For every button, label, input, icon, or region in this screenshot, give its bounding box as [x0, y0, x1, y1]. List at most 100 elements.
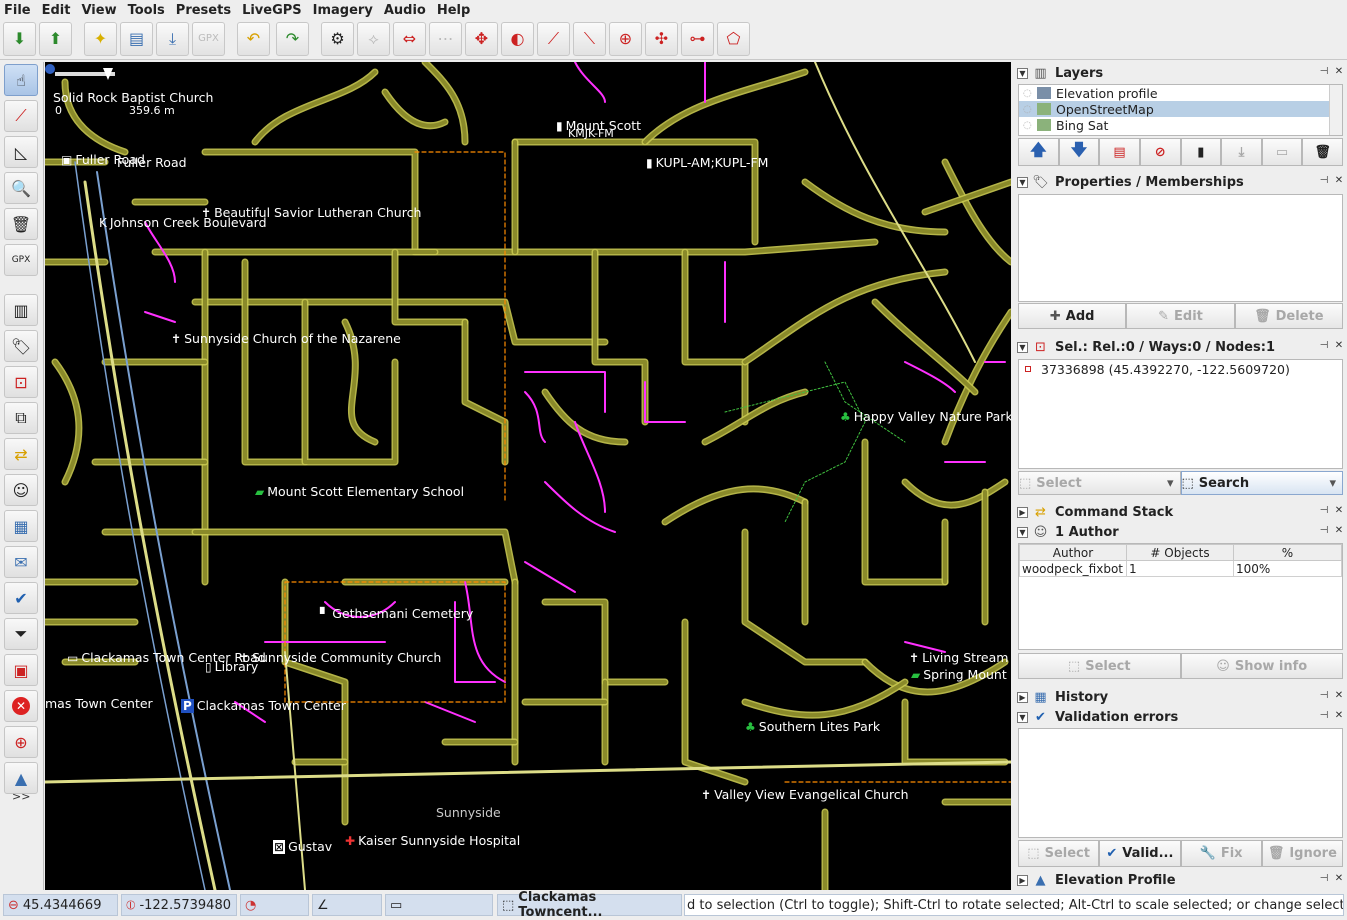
properties-table[interactable] — [1018, 194, 1343, 302]
layer-item-openstreetmap[interactable]: ◌ OpenStreetMap — [1019, 101, 1342, 117]
visibility-eye-icon[interactable]: ◌ — [1023, 120, 1032, 131]
dropdown-arrow-icon[interactable]: ▾ — [1167, 476, 1174, 491]
redo-button[interactable]: ↷ — [276, 22, 309, 56]
delete-mode-button[interactable]: 🗑 — [4, 208, 38, 240]
merge-layer-button[interactable]: ⤓ — [1221, 138, 1262, 166]
layer-item-elevation[interactable]: ◌ Elevation profile — [1019, 85, 1342, 101]
create-circle-button[interactable]: ⬠ — [717, 22, 750, 56]
expand-toggle-icon[interactable]: ▶ — [1017, 691, 1028, 703]
close-icon[interactable]: ✕ — [1333, 873, 1345, 885]
delete-layer-button[interactable]: 🗑 — [1302, 138, 1343, 166]
download-button[interactable]: ⬇ — [3, 22, 36, 56]
menu-tools[interactable]: Tools — [128, 3, 165, 18]
layers-panel-header[interactable]: ▼ ▥ Layers ⊣ ✕ — [1017, 63, 1345, 83]
fix-button[interactable]: 🔧 Fix — [1180, 840, 1262, 867]
selection-search-button[interactable]: ⬚ Search ▾ — [1180, 471, 1343, 495]
activate-layer-button[interactable]: ▤ — [1099, 138, 1140, 166]
orthogonalize-button[interactable]: ⟍ — [573, 22, 606, 56]
show-info-button[interactable]: ☺ Show info — [1180, 653, 1343, 679]
table-row[interactable]: woodpeck_fixbot 1 100% — [1019, 560, 1342, 577]
map-canvas[interactable] — [45, 62, 1011, 890]
menu-file[interactable]: File — [4, 3, 31, 18]
toggle-changeset-button[interactable]: ▣ — [4, 654, 38, 686]
menu-view[interactable]: View — [81, 3, 116, 18]
duplicate-layer-button[interactable]: ▭ — [1261, 138, 1303, 166]
save-button[interactable]: ⤓ — [156, 22, 189, 56]
collapse-toggle-icon[interactable]: ▼ — [1017, 526, 1028, 538]
toggle-selection-button[interactable]: ⊡ — [4, 366, 38, 398]
zoom-mode-button[interactable]: 🔍 — [4, 172, 38, 204]
validation-tree[interactable] — [1018, 728, 1343, 838]
map-view[interactable]: 0 359.6 m Solid Rock Baptist Church ▣ Ful… — [45, 62, 1011, 890]
toggle-commands-button[interactable]: ⇄ — [4, 438, 38, 470]
validation-select-button[interactable]: ⬚ Select — [1018, 840, 1100, 867]
pin-icon[interactable]: ⊣ — [1318, 710, 1330, 722]
upload-button[interactable]: ⬆ — [39, 22, 72, 56]
toggle-authors-button[interactable]: ☺ — [4, 474, 38, 506]
combine-way-button[interactable]: ⇔ — [393, 22, 426, 56]
toggle-validation-button[interactable]: ✔ — [4, 582, 38, 614]
ignore-button[interactable]: 🗑 Ignore — [1261, 840, 1343, 867]
command-stack-header[interactable]: ▶ ⇄ Command Stack ⊣ ✕ — [1017, 502, 1345, 522]
menu-livegps[interactable]: LiveGPS — [242, 3, 302, 18]
close-icon[interactable]: ✕ — [1333, 66, 1345, 78]
align-circle-button[interactable]: ◐ — [501, 22, 534, 56]
opacity-button[interactable]: ▮ — [1180, 138, 1222, 166]
simplify-way-button[interactable]: ✥ — [465, 22, 498, 56]
pin-icon[interactable]: ⊣ — [1318, 690, 1330, 702]
collapse-toggle-icon[interactable]: ▼ — [1017, 67, 1028, 79]
undo-button[interactable]: ↶ — [237, 22, 270, 56]
toggle-relations-button[interactable]: ⧉ — [4, 402, 38, 434]
column-header-objects[interactable]: # Objects — [1126, 544, 1234, 561]
open-button[interactable]: ▤ — [120, 22, 153, 56]
selection-item[interactable]: 37336898 (45.4392270, -122.5609720) — [1019, 360, 1342, 378]
toggle-properties-button[interactable]: 🏷 — [4, 330, 38, 362]
authors-select-button[interactable]: ⬚ Select — [1018, 653, 1181, 679]
expand-toggle-icon[interactable]: ▶ — [1017, 874, 1028, 886]
align-line-button[interactable]: ⟋ — [537, 22, 570, 56]
split-way-button[interactable]: ⟡ — [357, 22, 390, 56]
measure-mode-button[interactable]: ◺ — [4, 136, 38, 168]
menu-help[interactable]: Help — [437, 3, 470, 18]
edit-tag-button[interactable]: ✎ Edit — [1126, 303, 1235, 329]
draw-mode-button[interactable]: ⟋ — [4, 100, 38, 132]
pin-icon[interactable]: ⊣ — [1318, 66, 1330, 78]
pin-icon[interactable]: ⊣ — [1318, 873, 1330, 885]
toggle-livegps-button[interactable]: ⊕ — [4, 726, 38, 758]
close-icon[interactable]: ✕ — [1333, 690, 1345, 702]
dropdown-arrow-icon[interactable]: ▾ — [1329, 476, 1336, 491]
authors-panel-header[interactable]: ▼ ☺ 1 Author ⊣ ✕ — [1017, 522, 1345, 542]
layers-list[interactable]: ◌ Elevation profile ◌ OpenStreetMap ◌ Bing … — [1018, 84, 1343, 136]
pin-icon[interactable]: ⊣ — [1318, 525, 1330, 537]
menu-presets[interactable]: Presets — [176, 3, 231, 18]
menu-imagery[interactable]: Imagery — [313, 3, 373, 18]
selection-panel-header[interactable]: ▼ ⊡ Sel.: Rel.:0 / Ways:0 / Nodes:1 ⊣ ✕ — [1017, 337, 1345, 357]
close-icon[interactable]: ✕ — [1333, 175, 1345, 187]
reverse-way-button[interactable]: ⋯ — [429, 22, 462, 56]
close-icon[interactable]: ✕ — [1333, 710, 1345, 722]
collapse-toggle-icon[interactable]: ▼ — [1017, 711, 1028, 723]
layer-item-bing[interactable]: ◌ Bing Sat — [1019, 117, 1342, 133]
toggle-conflict-button[interactable]: ✉ — [4, 546, 38, 578]
pin-icon[interactable]: ⊣ — [1318, 175, 1330, 187]
distribute-button[interactable]: ⊕ — [609, 22, 642, 56]
toggle-layers-button[interactable]: ▥ — [4, 294, 38, 326]
menu-edit[interactable]: Edit — [42, 3, 71, 18]
pin-icon[interactable]: ⊣ — [1318, 505, 1330, 517]
history-panel-header[interactable]: ▶ ▦ History ⊣ ✕ — [1017, 687, 1345, 707]
preferences-button[interactable]: ⚙ — [321, 22, 354, 56]
gpx-mode-button[interactable]: GPX — [4, 244, 38, 276]
expand-toggle-icon[interactable]: ▶ — [1017, 506, 1028, 518]
pin-icon[interactable]: ⊣ — [1318, 340, 1330, 352]
toggle-visibility-button[interactable]: ⊘ — [1139, 138, 1181, 166]
add-tag-button[interactable]: ✚ Add — [1018, 303, 1127, 329]
mirror-button[interactable]: ✣ — [645, 22, 678, 56]
select-mode-button[interactable]: ☝ — [4, 64, 38, 96]
authors-table-box[interactable]: Author # Objects % woodpeck_fixbot 1 100… — [1018, 543, 1343, 650]
elevation-panel-header[interactable]: ▶ ▲ Elevation Profile ⊣ ✕ — [1017, 870, 1345, 890]
menu-audio[interactable]: Audio — [384, 3, 426, 18]
gpx-button[interactable]: GPX — [192, 22, 225, 56]
close-icon[interactable]: ✕ — [1333, 340, 1345, 352]
column-header-author[interactable]: Author — [1019, 544, 1127, 561]
toggle-history-button[interactable]: ▦ — [4, 510, 38, 542]
